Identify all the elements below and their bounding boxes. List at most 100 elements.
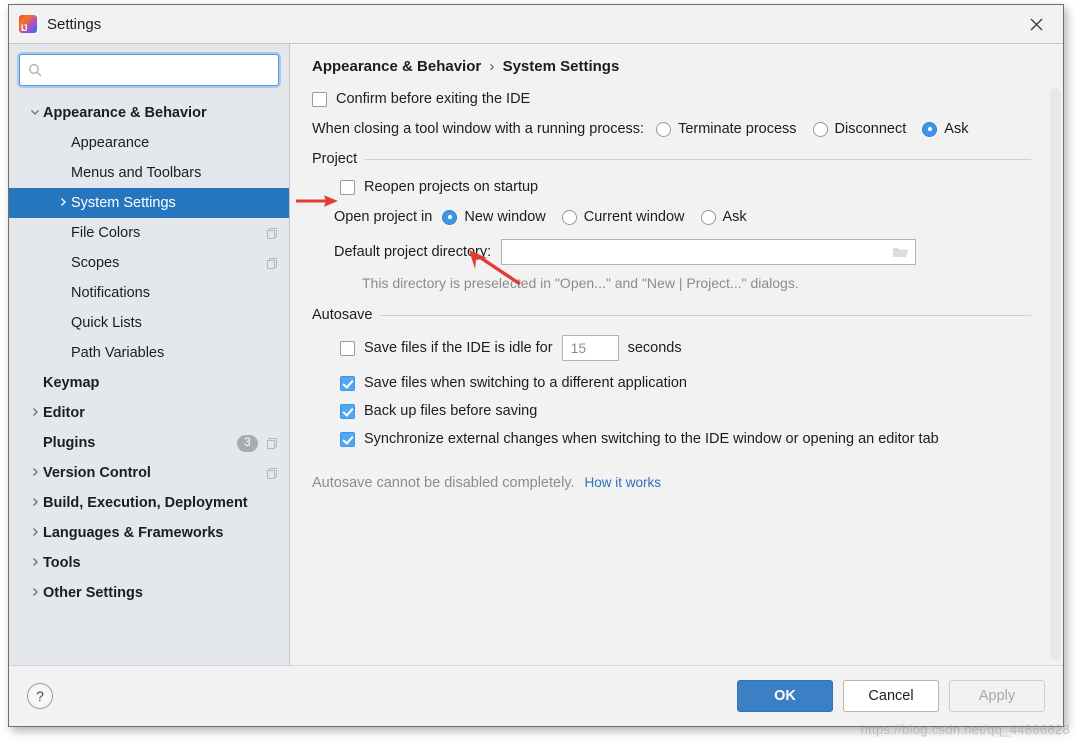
how-it-works-link[interactable]: How it works (585, 475, 662, 490)
watermark: https://blog.csdn.net/qq_44866828 (861, 722, 1070, 737)
sidebar-item-version-control[interactable]: Version Control (9, 458, 289, 488)
autosave-section-header: Autosave (312, 307, 1063, 323)
sidebar-item-build-execution-deployment[interactable]: Build, Execution, Deployment (9, 488, 289, 518)
chevron-right-icon[interactable] (27, 586, 43, 600)
reopen-projects-label: Reopen projects on startup (364, 179, 538, 195)
ask-tool-window-radio[interactable] (922, 122, 937, 137)
sidebar-item-keymap[interactable]: Keymap (9, 368, 289, 398)
sidebar-item-file-colors[interactable]: File Colors (9, 218, 289, 248)
sidebar-item-label: Editor (43, 405, 279, 421)
search-box[interactable] (19, 54, 279, 86)
sidebar-item-label: Scopes (71, 255, 266, 271)
default-directory-input[interactable] (508, 243, 892, 261)
radio-current-window[interactable]: Current window (562, 209, 685, 225)
help-button[interactable]: ? (27, 683, 53, 709)
reopen-projects-checkbox[interactable] (340, 180, 355, 195)
radio-ask-open-project[interactable]: Ask (701, 209, 747, 225)
idle-save-label-before: Save files if the IDE is idle for (364, 340, 553, 356)
settings-dialog: Settings A (8, 4, 1064, 727)
apply-button[interactable]: Apply (949, 680, 1045, 712)
main-panel-scrollbar[interactable] (1050, 48, 1061, 661)
reopen-projects-row: Reopen projects on startup (340, 179, 1063, 195)
sidebar-item-appearance[interactable]: Appearance (9, 128, 289, 158)
chevron-right-icon[interactable] (27, 466, 43, 480)
ask-open-project-radio[interactable] (701, 210, 716, 225)
chevron-right-icon[interactable] (27, 556, 43, 570)
autosave-note: Autosave cannot be disabled completely. … (312, 475, 1063, 491)
search-input[interactable] (48, 61, 270, 79)
autosave-section-caption: Autosave (312, 307, 372, 323)
sidebar-item-label: Appearance (71, 135, 279, 151)
close-icon[interactable] (1017, 9, 1055, 39)
disconnect-radio[interactable] (813, 122, 828, 137)
radio-ask-tool-window[interactable]: Ask (922, 121, 968, 137)
project-section-caption: Project (312, 151, 357, 167)
copy-settings-icon[interactable] (266, 257, 279, 270)
cancel-button[interactable]: Cancel (843, 680, 939, 712)
radio-terminate-process[interactable]: Terminate process (656, 121, 796, 137)
folder-icon[interactable] (892, 245, 909, 259)
copy-settings-icon[interactable] (266, 227, 279, 240)
chevron-down-icon[interactable] (27, 106, 43, 120)
sidebar-item-label: File Colors (71, 225, 266, 241)
backup-files-checkbox[interactable] (340, 404, 355, 419)
autosave-section-rule (380, 315, 1031, 316)
ok-button[interactable]: OK (737, 680, 833, 712)
confirm-exit-row: Confirm before exiting the IDE (312, 91, 1063, 107)
default-directory-field[interactable] (501, 239, 916, 265)
confirm-exit-label: Confirm before exiting the IDE (336, 91, 530, 107)
chevron-right-icon[interactable] (27, 496, 43, 510)
chevron-right-icon[interactable] (55, 196, 71, 210)
chevron-right-icon[interactable] (27, 406, 43, 420)
radio-new-window[interactable]: New window (442, 209, 545, 225)
sidebar-item-label: Tools (43, 555, 279, 571)
sidebar-item-label: Keymap (43, 375, 279, 391)
ask-tool-window-label: Ask (944, 121, 968, 137)
idle-save-checkbox[interactable] (340, 341, 355, 356)
sidebar-item-label: Languages & Frameworks (43, 525, 279, 541)
sidebar-item-system-settings[interactable]: System Settings (9, 188, 289, 218)
sidebar-item-notifications[interactable]: Notifications (9, 278, 289, 308)
closing-tool-window-row: When closing a tool window with a runnin… (312, 121, 1063, 137)
idle-seconds-input[interactable] (569, 339, 612, 357)
chevron-right-icon[interactable] (27, 526, 43, 540)
sync-external-checkbox[interactable] (340, 432, 355, 447)
terminate-process-radio[interactable] (656, 122, 671, 137)
copy-settings-icon[interactable] (266, 467, 279, 480)
new-window-label: New window (464, 209, 545, 225)
confirm-exit-checkbox[interactable] (312, 92, 327, 107)
sidebar-item-languages-frameworks[interactable]: Languages & Frameworks (9, 518, 289, 548)
project-section-rule (365, 159, 1031, 160)
settings-tree: Appearance & Behavior Appearance Menus and… (9, 98, 289, 608)
sidebar-item-menus-and-toolbars[interactable]: Menus and Toolbars (9, 158, 289, 188)
search-container (9, 54, 289, 94)
sidebar-item-label: Menus and Toolbars (71, 165, 279, 181)
sidebar-item-tools[interactable]: Tools (9, 548, 289, 578)
sidebar-item-editor[interactable]: Editor (9, 398, 289, 428)
sidebar-item-quick-lists[interactable]: Quick Lists (9, 308, 289, 338)
open-project-in-label: Open project in (334, 209, 432, 225)
sidebar-item-plugins[interactable]: Plugins3 (9, 428, 289, 458)
window-title: Settings (47, 16, 101, 33)
sidebar-item-label: Path Variables (71, 345, 279, 361)
radio-disconnect[interactable]: Disconnect (813, 121, 907, 137)
search-icon (28, 63, 42, 77)
new-window-radio[interactable] (442, 210, 457, 225)
breadcrumb-leaf: System Settings (503, 58, 620, 75)
sidebar-item-label: Quick Lists (71, 315, 279, 331)
scrollbar-thumb[interactable] (1050, 88, 1061, 661)
copy-settings-icon[interactable] (266, 437, 279, 450)
sidebar-item-appearance-behavior[interactable]: Appearance & Behavior (9, 98, 289, 128)
current-window-radio[interactable] (562, 210, 577, 225)
sidebar-item-path-variables[interactable]: Path Variables (9, 338, 289, 368)
idle-save-row: Save files if the IDE is idle for second… (340, 335, 1063, 361)
sidebar-item-other-settings[interactable]: Other Settings (9, 578, 289, 608)
breadcrumb-root[interactable]: Appearance & Behavior (312, 58, 481, 75)
save-on-switch-checkbox[interactable] (340, 376, 355, 391)
backup-files-label: Back up files before saving (364, 403, 537, 419)
intellij-idea-logo-icon (19, 15, 37, 33)
sidebar-item-scopes[interactable]: Scopes (9, 248, 289, 278)
save-on-switch-row: Save files when switching to a different… (340, 375, 1063, 391)
idle-seconds-field[interactable] (562, 335, 619, 361)
current-window-label: Current window (584, 209, 685, 225)
